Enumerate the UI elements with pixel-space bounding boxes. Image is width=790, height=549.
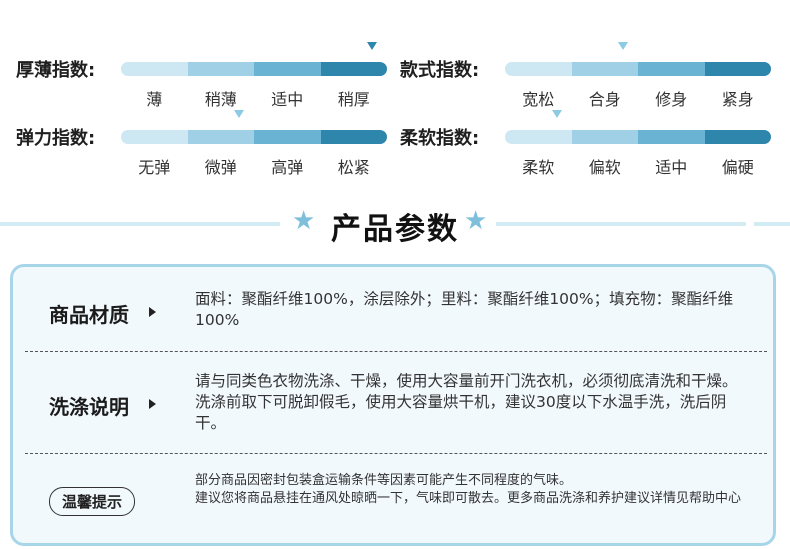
style-selection-marker-icon [618,42,629,50]
row-divider [25,453,767,454]
option-label: 偏软 [588,158,621,177]
heading-right-line [496,222,746,226]
option-label: 松紧 [337,158,370,177]
tips-text: 部分商品因密封包装盒运输条件等因素可能产生不同程度的气味。 建议您将商品悬挂在通… [195,472,755,507]
option-label: 无弹 [138,158,171,177]
option-label: 柔软 [522,158,555,177]
style-options: 宽松 合身 修身 紧身 [505,86,771,110]
thickness-index-label: 厚薄指数: [16,60,96,81]
washing-row: 洗涤说明 请与同类色衣物洗涤、干燥，使用大容量前开门洗衣机，必须彻底清洗和干燥。… [25,367,767,447]
section-heading: ★ 产品参数 ★ [0,200,790,248]
option-label: 高弹 [271,158,304,177]
tips-row: 温馨提示 部分商品因密封包装盒运输条件等因素可能产生不同程度的气味。 建议您将商… [25,467,767,539]
row-divider [25,351,767,352]
softness-selection-marker-icon [551,110,562,118]
material-row: 商品材质 面料：聚酯纤维100%，涂层除外；里料：聚酯纤维100%；填充物：聚酯… [25,287,767,349]
arrow-right-icon [149,399,156,409]
option-label: 紧身 [721,90,754,109]
option-label: 宽松 [522,90,555,109]
thickness-scale-bar [121,62,387,76]
section-title: 产品参数 [331,212,459,247]
washing-text: 请与同类色衣物洗涤、干燥，使用大容量前开门洗衣机，必须彻底清洗和干燥。洗涤前取下… [195,372,738,432]
option-label: 稍薄 [204,90,237,109]
material-text: 面料：聚酯纤维100%，涂层除外；里料：聚酯纤维100%；填充物：聚酯纤维100… [195,290,734,329]
softness-options: 柔软 偏软 适中 偏硬 [505,154,771,178]
option-label: 稍厚 [337,90,370,109]
elasticity-index-label: 弹力指数: [16,128,96,149]
softness-index: 柔软指数: 柔软 偏软 适中 偏硬 [400,124,772,178]
option-label: 适中 [271,90,304,109]
arrow-right-icon [149,307,156,317]
tips-line-1: 部分商品因密封包装盒运输条件等因素可能产生不同程度的气味。 [195,473,573,488]
softness-scale-bar [505,130,771,144]
option-label: 修身 [655,90,688,109]
material-title: 商品材质 [49,303,129,327]
style-index: 款式指数: 宽松 合身 修身 紧身 [400,56,772,110]
right-star-icon: ★ [464,206,488,236]
option-label: 适中 [655,158,688,177]
option-label: 偏硬 [721,158,754,177]
option-label: 合身 [588,90,621,109]
washing-title: 洗涤说明 [49,395,129,419]
option-label: 薄 [146,90,163,109]
thickness-options: 薄 稍薄 适中 稍厚 [121,86,387,110]
product-params-card: 商品材质 面料：聚酯纤维100%，涂层除外；里料：聚酯纤维100%；填充物：聚酯… [10,264,776,546]
elasticity-scale-bar [121,130,387,144]
heading-right-line-end [754,222,790,226]
style-scale-bar [505,62,771,76]
elasticity-selection-marker-icon [234,110,245,118]
style-index-label: 款式指数: [400,60,480,81]
thickness-index: 厚薄指数: 薄 稍薄 适中 稍厚 [16,56,388,110]
elasticity-options: 无弹 微弹 高弹 松紧 [121,154,387,178]
tips-badge: 温馨提示 [49,487,136,516]
tips-line-2: 建议您将商品悬挂在通风处晾晒一下，气味即可散去。更多商品洗涤和养护建议详情见帮助… [195,490,742,506]
option-label: 微弹 [204,158,237,177]
thickness-selection-marker-icon [367,42,378,50]
elasticity-index: 弹力指数: 无弹 微弹 高弹 松紧 [16,124,388,178]
softness-index-label: 柔软指数: [400,128,480,149]
